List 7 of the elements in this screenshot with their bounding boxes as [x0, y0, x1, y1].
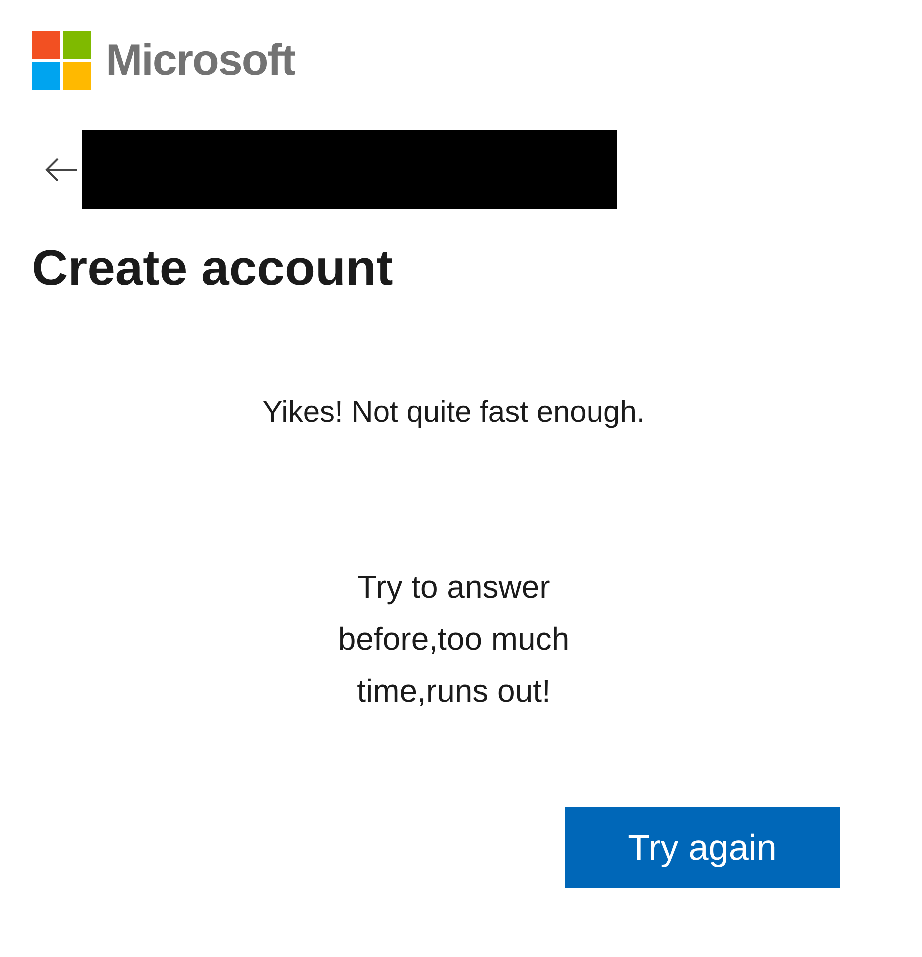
back-arrow-icon: [44, 156, 78, 182]
try-again-button[interactable]: Try again: [565, 807, 840, 888]
logo-wordmark: Microsoft: [106, 39, 295, 83]
error-message: Yikes! Not quite fast enough.: [262, 395, 646, 431]
hint-text: Try to answer before,too much time,runs out!: [337, 568, 571, 711]
page-title: Create account: [32, 239, 394, 298]
logo-icon: [32, 31, 92, 91]
